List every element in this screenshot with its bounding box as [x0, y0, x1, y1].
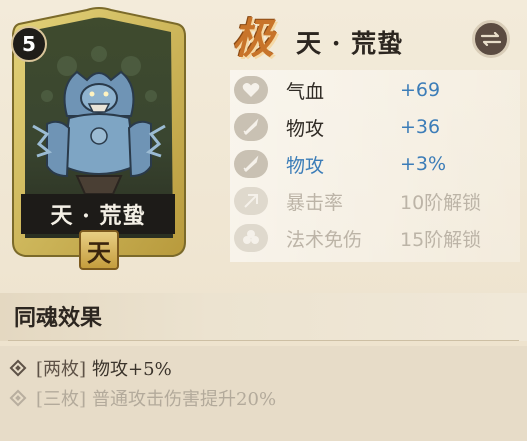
swap-button[interactable]: [472, 20, 510, 58]
stat-row-hp: 气血 +69: [230, 72, 520, 108]
stat-label: 物攻: [286, 117, 325, 140]
stat-row-crit: 暴击率 10阶解锁: [230, 183, 520, 219]
soul-detail-panel: 5 天 · 荒蛰 天 极 天 · 荒蛰 气血 +69 物攻 +36 物攻 +3%…: [0, 0, 527, 441]
diamond-icon: [9, 389, 27, 407]
rarity-tag: 天: [79, 230, 119, 270]
card-name: 天 · 荒蛰: [21, 194, 175, 234]
sword-icon: [234, 113, 268, 141]
effect-tag: [三枚]: [36, 389, 87, 410]
soul-title: 天 · 荒蛰: [296, 29, 404, 58]
set-effect-three: [三枚] 普通攻击伤害提升20%: [9, 384, 277, 412]
effect-tag: [两枚]: [36, 359, 87, 380]
heart-icon: [234, 76, 268, 104]
sword-icon: [234, 150, 268, 178]
stat-label: 法术免伤: [286, 228, 363, 251]
stat-value: 10阶解锁: [400, 191, 482, 214]
soul-card[interactable]: 5 天 · 荒蛰 天: [7, 6, 190, 270]
stat-label: 暴击率: [286, 191, 344, 214]
grade-mark: 极: [232, 14, 275, 63]
stat-value: +36: [400, 116, 441, 138]
stat-label: 气血: [286, 80, 325, 103]
crit-icon: [234, 187, 268, 215]
stat-row-magic-def: 法术免伤 15阶解锁: [230, 220, 520, 256]
stat-value: +69: [400, 79, 441, 101]
stat-row-patk-pct: 物攻 +3%: [230, 146, 520, 182]
effect-text: 物攻+5%: [92, 359, 172, 380]
level-badge: 5: [11, 26, 47, 62]
stat-value: 15阶解锁: [400, 228, 482, 251]
set-effect-two: [两枚] 物攻+5%: [9, 354, 172, 382]
stat-row-patk: 物攻 +36: [230, 109, 520, 145]
stat-label: 物攻: [286, 154, 325, 177]
stats-panel: 气血 +69 物攻 +36 物攻 +3% 暴击率 10阶解锁 法术免伤 15阶解…: [230, 70, 520, 262]
shield-icon: [234, 224, 268, 252]
diamond-icon: [9, 359, 27, 377]
set-effect-title: 同魂效果: [14, 305, 103, 331]
stat-value: +3%: [400, 153, 447, 175]
divider: [8, 340, 519, 341]
swap-icon: [480, 32, 502, 46]
set-effect-list: [两枚] 物攻+5% [三枚] 普通攻击伤害提升20%: [0, 346, 527, 441]
effect-text: 普通攻击伤害提升20%: [92, 389, 277, 410]
